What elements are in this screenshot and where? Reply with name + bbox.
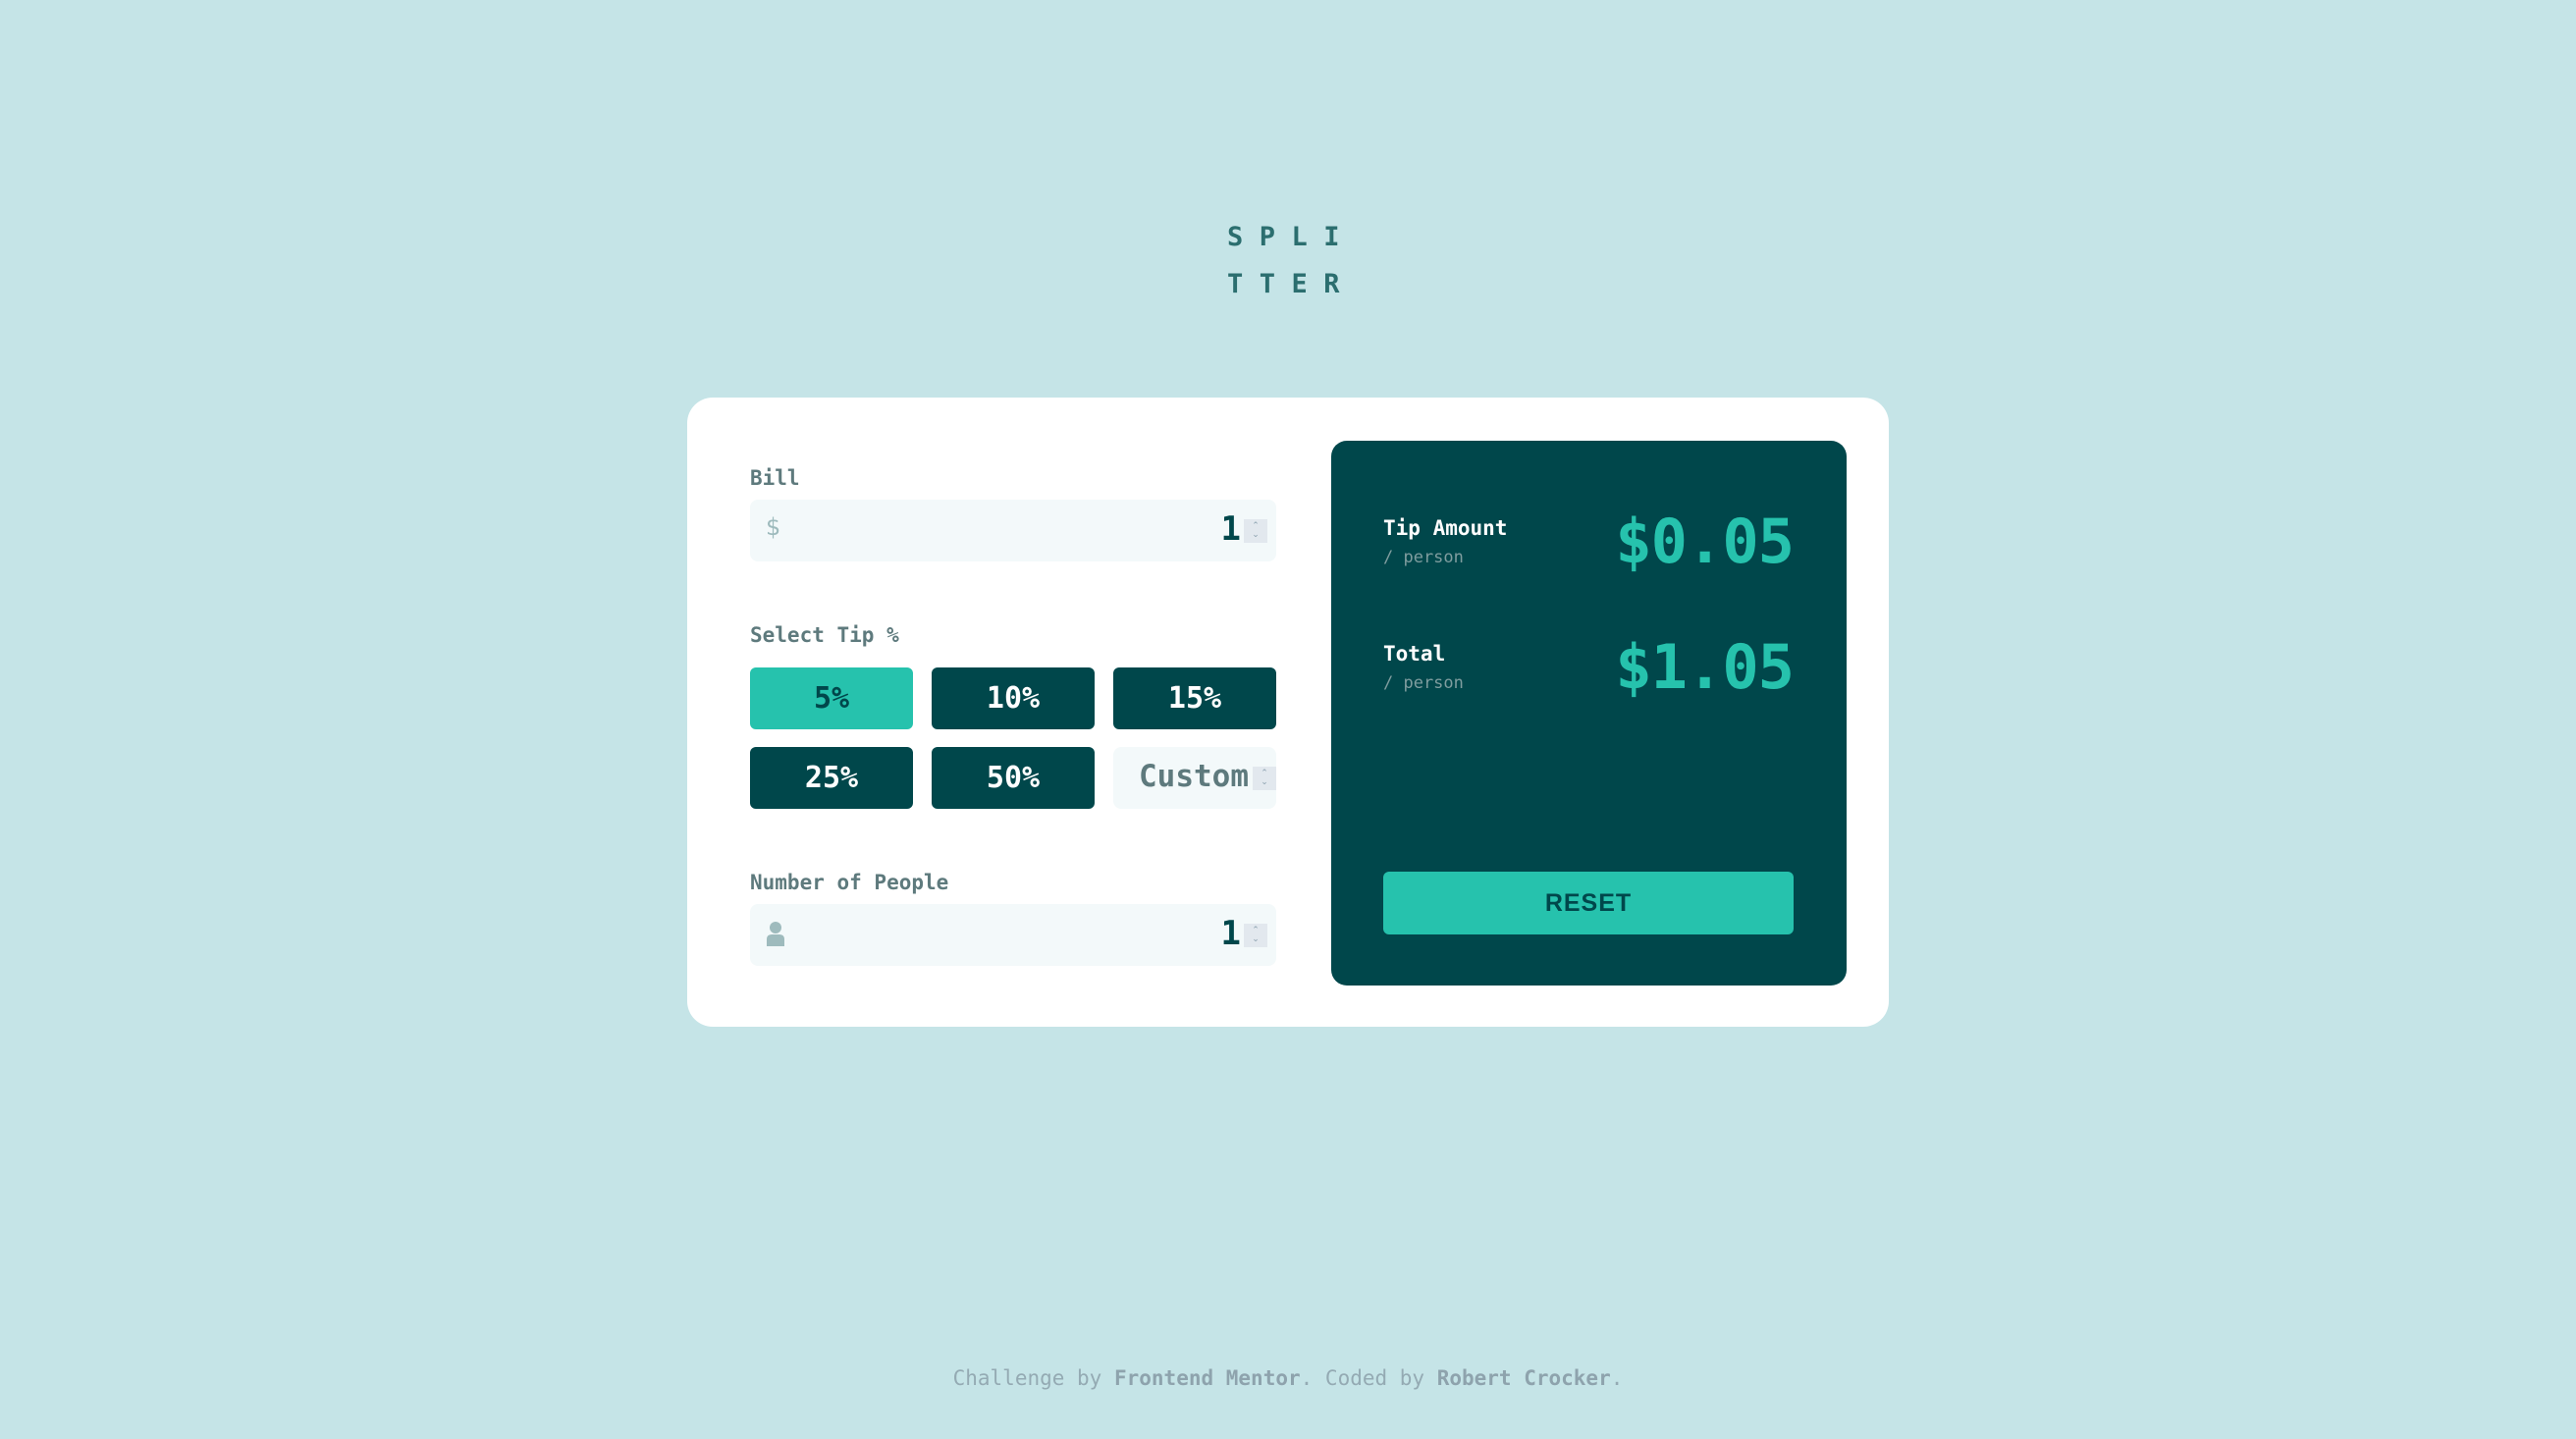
- logo-line-1: SPLI: [1227, 222, 1357, 252]
- bill-value[interactable]: 1: [1221, 509, 1241, 549]
- people-spinner[interactable]: ⌃ ⌄: [1244, 924, 1267, 947]
- tip-label: Select Tip %: [750, 623, 899, 647]
- tip-button-15[interactable]: 15%: [1113, 667, 1276, 729]
- bill-label: Bill: [750, 466, 800, 490]
- footer-suffix: .: [1610, 1366, 1624, 1390]
- people-label: Number of People: [750, 871, 949, 894]
- results-panel: Tip Amount / person $0.05 Total / person…: [1331, 441, 1847, 986]
- custom-tip-input[interactable]: Custom ⌃ ⌄: [1113, 747, 1276, 809]
- total-label: Total: [1383, 642, 1446, 666]
- people-input[interactable]: 1 ⌃ ⌄: [750, 904, 1276, 966]
- app-logo: SPLI TTER: [1227, 214, 1365, 308]
- footer-prefix: Challenge by: [952, 1366, 1114, 1390]
- tip-amount-value: $0.05: [1615, 506, 1795, 577]
- tip-button-5[interactable]: 5%: [750, 667, 913, 729]
- tip-button-50[interactable]: 50%: [932, 747, 1095, 809]
- total-value: $1.05: [1615, 631, 1795, 703]
- custom-tip-placeholder: Custom: [1139, 759, 1249, 794]
- person-icon: [767, 922, 784, 946]
- tip-amount-sub: / person: [1383, 548, 1464, 567]
- tip-button-25[interactable]: 25%: [750, 747, 913, 809]
- footer-middle: . Coded by: [1300, 1366, 1437, 1390]
- bill-input[interactable]: $ 1 ⌃ ⌄: [750, 500, 1276, 561]
- author-link[interactable]: Robert Crocker: [1437, 1366, 1611, 1390]
- calculator-card: Bill $ 1 ⌃ ⌄ Select Tip % 5% 10% 15% 25%…: [687, 398, 1889, 1027]
- tip-amount-label: Tip Amount: [1383, 516, 1508, 540]
- frontend-mentor-link[interactable]: Frontend Mentor: [1114, 1366, 1301, 1390]
- bill-spinner[interactable]: ⌃ ⌄: [1244, 519, 1267, 543]
- dollar-icon: $: [766, 513, 781, 541]
- tip-button-10[interactable]: 10%: [932, 667, 1095, 729]
- custom-tip-spinner[interactable]: ⌃ ⌄: [1253, 767, 1276, 790]
- people-value[interactable]: 1: [1221, 914, 1241, 953]
- chevron-down-icon[interactable]: ⌄: [1252, 935, 1260, 944]
- chevron-down-icon[interactable]: ⌄: [1261, 778, 1268, 787]
- chevron-down-icon[interactable]: ⌄: [1252, 531, 1260, 540]
- logo-line-2: TTER: [1227, 269, 1357, 299]
- total-sub: / person: [1383, 673, 1464, 693]
- reset-button[interactable]: RESET: [1383, 872, 1794, 934]
- footer-attribution: Challenge by Frontend Mentor. Coded by R…: [0, 1366, 2576, 1390]
